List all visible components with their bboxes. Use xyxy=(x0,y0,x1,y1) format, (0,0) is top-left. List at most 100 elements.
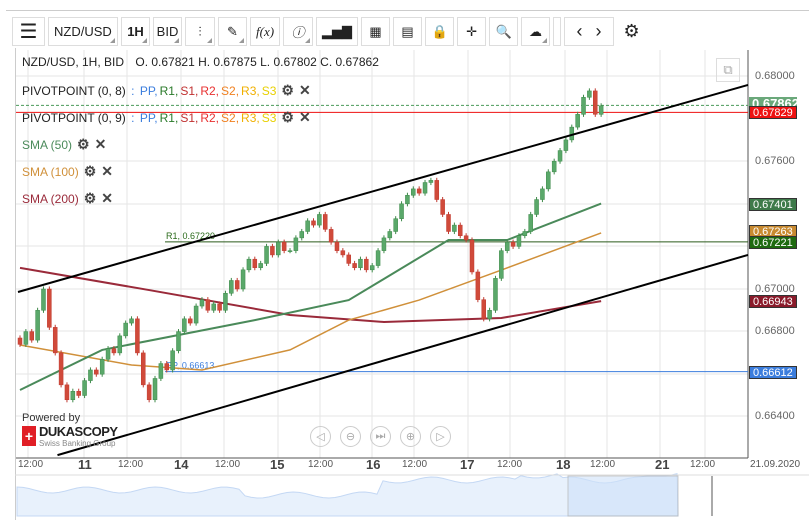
gear-icon[interactable]: ⚙ xyxy=(281,109,294,125)
scroll-left-button[interactable]: ◁ xyxy=(310,426,331,447)
candle-body xyxy=(287,250,293,252)
price-label: 0.66943 xyxy=(749,295,797,309)
candle-body xyxy=(164,363,169,371)
candle-body xyxy=(141,352,146,386)
x-tick: 12:00 xyxy=(690,459,716,470)
close-icon[interactable]: ✕ xyxy=(299,109,311,125)
gear-icon[interactable]: ⚙ xyxy=(84,190,97,206)
indicator-name: SMA (200) xyxy=(22,192,79,206)
sma200-line xyxy=(19,266,602,324)
candle-body xyxy=(270,246,275,256)
candle-body xyxy=(317,214,322,226)
candle-body xyxy=(422,182,428,194)
candle-body xyxy=(111,348,117,354)
candle-body xyxy=(369,265,375,271)
indicator-name: PIVOTPOINT (0, 8) xyxy=(22,84,126,98)
zoom-out-button[interactable]: ⊖ xyxy=(340,426,361,447)
candle-body xyxy=(405,195,410,205)
pivot-level-s3: S3 xyxy=(261,84,277,98)
candle-body xyxy=(281,241,287,251)
candle-body xyxy=(17,337,23,345)
separator: : xyxy=(127,111,138,125)
candle-body xyxy=(117,335,123,354)
candle-body xyxy=(311,220,316,226)
candle-body xyxy=(587,90,592,98)
gear-icon[interactable]: ⚙ xyxy=(84,163,97,179)
candle-body xyxy=(487,310,492,320)
pivot-level-r3: R3, xyxy=(241,84,260,98)
candle-body xyxy=(211,303,216,311)
candle-body xyxy=(234,280,240,290)
popout-icon[interactable]: ⧉ xyxy=(716,58,740,82)
candle-body xyxy=(135,318,140,354)
pivot-level-r2: R2, xyxy=(200,84,220,98)
candle-body xyxy=(35,310,40,341)
candle-body xyxy=(493,278,498,311)
x-tick: 21 xyxy=(655,457,670,472)
candle-body xyxy=(575,114,580,128)
pivot-level-s2: S2, xyxy=(221,84,240,98)
candle-body xyxy=(428,180,434,183)
candle-body xyxy=(334,241,340,251)
pivot-level-r2: R2, xyxy=(200,111,220,125)
candle-body xyxy=(64,384,70,401)
close-icon[interactable]: ✕ xyxy=(95,136,107,152)
candle-body xyxy=(551,160,557,173)
candle-body xyxy=(358,258,363,268)
candle-body xyxy=(546,171,551,190)
indicator-name: SMA (100) xyxy=(22,165,79,179)
candle-body xyxy=(440,199,445,215)
candle-body xyxy=(452,224,457,232)
gear-icon[interactable]: ⚙ xyxy=(281,82,294,98)
candle-body xyxy=(29,331,34,341)
candle-body xyxy=(469,239,475,273)
pivot-level-s1: S1, xyxy=(180,84,199,98)
candle-body xyxy=(99,359,105,375)
gear-icon[interactable]: ⚙ xyxy=(77,136,90,152)
r1-label: R1, 0.67220 xyxy=(166,231,215,241)
candle-body xyxy=(375,250,381,266)
zoom-in-button[interactable]: ⊕ xyxy=(400,426,421,447)
candle-body xyxy=(170,350,175,371)
candle-body xyxy=(305,220,310,232)
indicator-legend: SMA (100) ⚙ ✕ xyxy=(22,163,115,180)
x-tick: 14 xyxy=(174,457,189,472)
candle-body xyxy=(105,348,111,360)
indicator-legend: SMA (200) ⚙ ✕ xyxy=(22,190,115,207)
candle-body xyxy=(299,231,305,239)
reset-to-end-button[interactable]: ⏭ xyxy=(370,426,391,447)
candle-body xyxy=(387,231,393,239)
x-tick: 16 xyxy=(366,457,381,472)
scroll-right-button[interactable]: ▷ xyxy=(430,426,451,447)
candle-body xyxy=(416,188,422,194)
candle-body xyxy=(229,280,234,294)
y-tick: 0.67000 xyxy=(755,283,795,295)
candle-body xyxy=(346,254,351,264)
x-tick: 21.09.2020 xyxy=(750,459,801,470)
close-icon[interactable]: ✕ xyxy=(299,82,311,98)
candle-body xyxy=(52,327,58,354)
candle-body xyxy=(581,97,586,115)
y-tick: 0.68000 xyxy=(755,70,795,82)
candle-body xyxy=(252,258,258,268)
candle-body xyxy=(381,237,387,251)
close-icon[interactable]: ✕ xyxy=(101,190,113,206)
candle-body xyxy=(393,218,398,232)
x-tick: 12:00 xyxy=(18,459,44,470)
candle-body xyxy=(182,318,187,332)
x-tick: 12:00 xyxy=(215,459,241,470)
pivot-level-r1: R1, xyxy=(159,84,179,98)
candle-body xyxy=(187,318,193,324)
close-icon[interactable]: ✕ xyxy=(101,163,113,179)
instrument-title: NZD/USD, 1H, BID xyxy=(22,55,125,69)
price-chart[interactable]: R1, 0.67220PP, 0.66613 xyxy=(0,0,809,530)
candle-body xyxy=(88,369,93,381)
candle-body xyxy=(158,363,164,379)
candle-body xyxy=(593,90,598,115)
candle-body xyxy=(328,229,334,243)
y-tick: 0.66800 xyxy=(755,325,795,337)
candle-body xyxy=(458,224,463,237)
candle-body xyxy=(217,303,222,311)
indicator-legend: PIVOTPOINT (0, 9) : PP, R1, S1, R2, S2, R3, S3… xyxy=(22,109,313,126)
x-tick: 17 xyxy=(460,457,475,472)
